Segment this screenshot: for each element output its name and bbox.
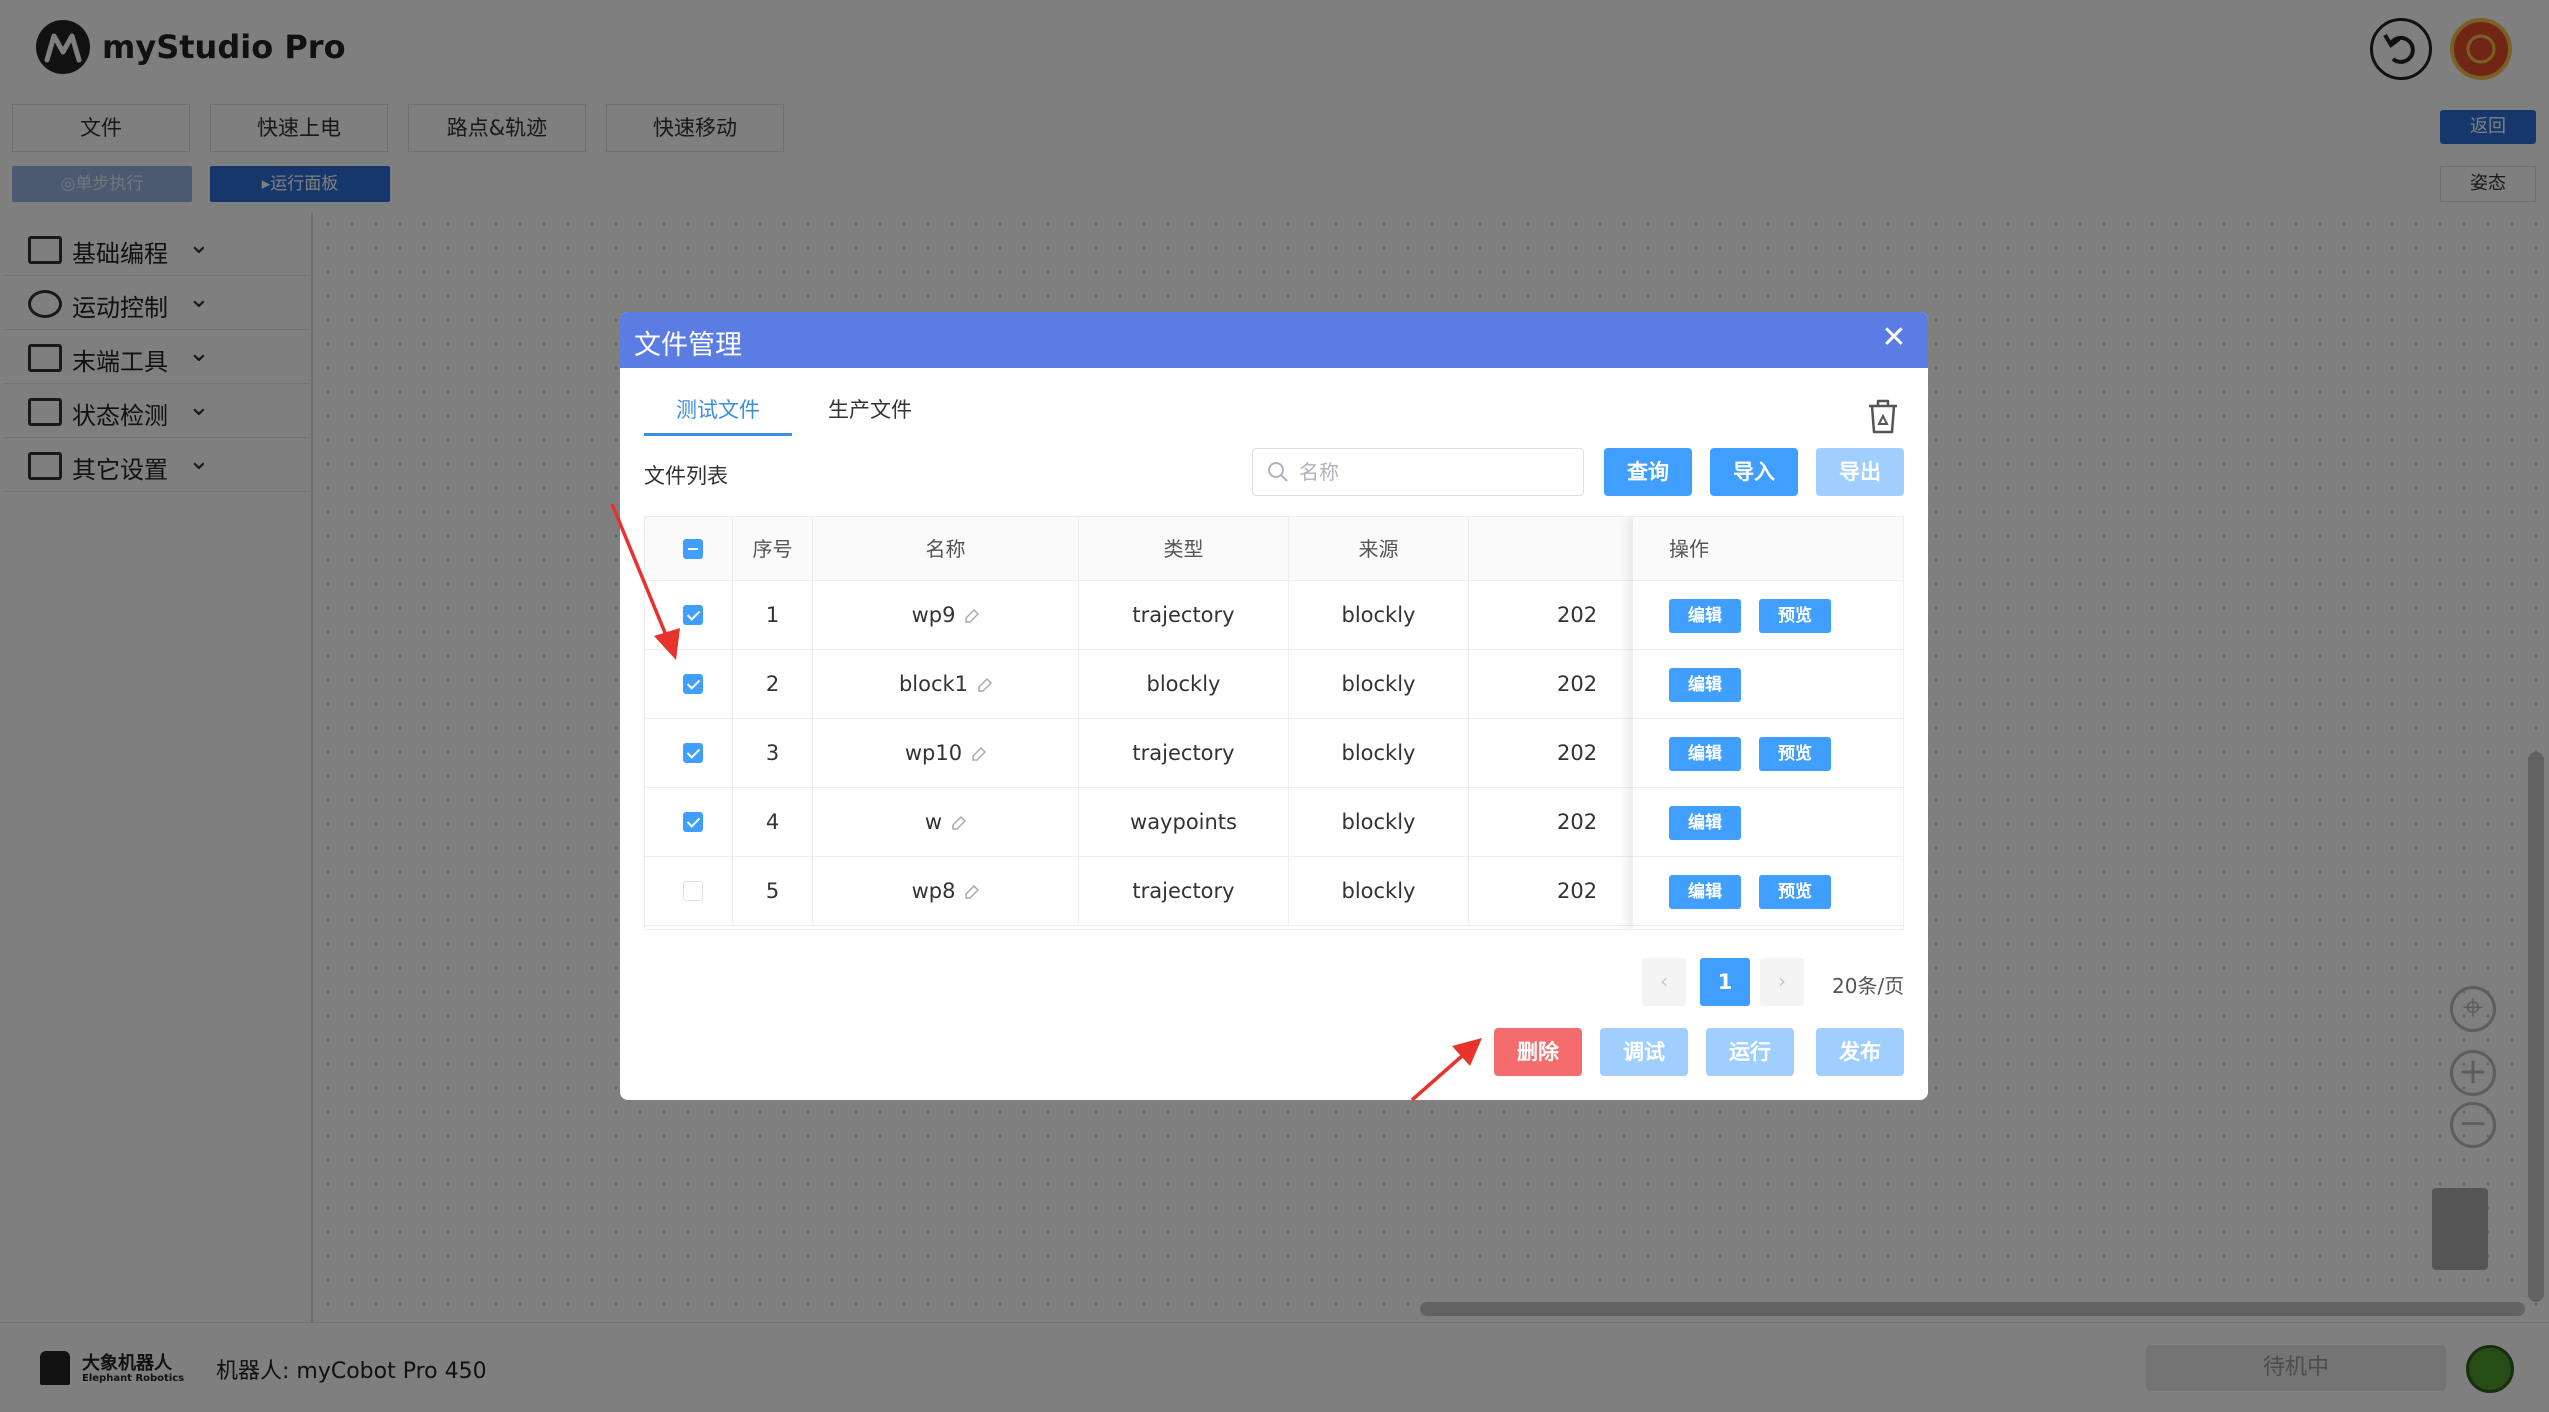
rename-icon[interactable] (978, 678, 993, 692)
tab-test-files[interactable]: 测试文件 (644, 394, 792, 436)
row-actions: 编辑 预览 (1633, 857, 1903, 926)
row-actions: 编辑 预览 (1633, 719, 1903, 788)
row-type: blockly (1079, 650, 1289, 718)
header-source: 来源 (1289, 517, 1469, 581)
edit-button[interactable]: 编辑 (1669, 668, 1741, 702)
prev-page-icon[interactable]: ‹ (1642, 958, 1686, 1006)
edit-button[interactable]: 编辑 (1669, 875, 1741, 909)
query-button[interactable]: 查询 (1604, 448, 1692, 496)
row-name-cell: wp10 (813, 719, 1079, 787)
row-name-cell: wp8 (813, 857, 1079, 925)
edit-button[interactable]: 编辑 (1669, 737, 1741, 771)
header-type: 类型 (1079, 517, 1289, 581)
select-all-checkbox[interactable] (683, 539, 703, 559)
row-index: 2 (733, 650, 813, 718)
close-icon[interactable]: ✕ (1878, 322, 1910, 354)
row-checkbox[interactable] (683, 743, 703, 763)
import-button[interactable]: 导入 (1710, 448, 1798, 496)
row-select-cell (645, 857, 733, 925)
tab-production-files[interactable]: 生产文件 (804, 394, 936, 436)
header-actions: 操作 (1633, 517, 1903, 581)
actions-column: 操作 编辑 预览 编辑 编辑 预览 编辑 编辑 预览 (1633, 517, 1903, 929)
row-checkbox[interactable] (683, 674, 703, 694)
row-checkbox[interactable] (683, 812, 703, 832)
header-name: 名称 (813, 517, 1079, 581)
row-name: wp10 (904, 741, 963, 765)
edit-button[interactable]: 编辑 (1669, 599, 1741, 633)
preview-button[interactable]: 预览 (1759, 875, 1831, 909)
file-table: 序号 名称 类型 来源 1 wp9 trajectory blockly 202… (644, 516, 1904, 930)
row-type: waypoints (1079, 788, 1289, 856)
search-icon (1268, 462, 1288, 482)
row-type: trajectory (1079, 581, 1289, 649)
header-index: 序号 (733, 517, 813, 581)
rename-icon[interactable] (952, 816, 967, 830)
row-actions: 编辑 (1633, 650, 1903, 719)
row-index: 4 (733, 788, 813, 856)
export-button[interactable]: 导出 (1816, 448, 1904, 496)
edit-button[interactable]: 编辑 (1669, 806, 1741, 840)
row-source: blockly (1289, 857, 1469, 925)
rename-icon[interactable] (965, 609, 980, 623)
rename-icon[interactable] (965, 885, 980, 899)
row-checkbox[interactable] (683, 605, 703, 625)
file-management-dialog: 文件管理 ✕ 测试文件 生产文件 文件列表 查询 导入 导出 序号 名称 类型 … (620, 312, 1928, 1100)
row-name-cell: w (813, 788, 1079, 856)
next-page-icon[interactable]: › (1760, 958, 1804, 1006)
row-name: wp8 (911, 879, 956, 903)
dialog-title: 文件管理 (634, 330, 742, 361)
row-select-cell (645, 788, 733, 856)
row-select-cell (645, 650, 733, 718)
row-source: blockly (1289, 650, 1469, 718)
row-actions: 编辑 预览 (1633, 581, 1903, 650)
run-button[interactable]: 运行 (1706, 1028, 1794, 1076)
row-type: trajectory (1079, 719, 1289, 787)
row-name-cell: block1 (813, 650, 1079, 718)
rename-icon[interactable] (972, 747, 987, 761)
publish-button[interactable]: 发布 (1816, 1028, 1904, 1076)
row-source: blockly (1289, 581, 1469, 649)
row-name: w (924, 810, 943, 834)
row-name: block1 (898, 672, 969, 696)
row-source: blockly (1289, 788, 1469, 856)
page-number-button[interactable]: 1 (1700, 958, 1750, 1006)
search-input[interactable] (1299, 455, 1569, 489)
debug-button[interactable]: 调试 (1600, 1028, 1688, 1076)
row-index: 1 (733, 581, 813, 649)
row-name: wp9 (911, 603, 956, 627)
row-type: trajectory (1079, 857, 1289, 925)
row-checkbox[interactable] (683, 881, 703, 901)
preview-button[interactable]: 预览 (1759, 737, 1831, 771)
row-index: 5 (733, 857, 813, 925)
dialog-header: 文件管理 ✕ (620, 312, 1928, 368)
page-size-label[interactable]: 20条/页 (1832, 970, 1904, 999)
name-search-field[interactable] (1252, 448, 1584, 496)
delete-button[interactable]: 删除 (1494, 1028, 1582, 1076)
row-name-cell: wp9 (813, 581, 1079, 649)
preview-button[interactable]: 预览 (1759, 599, 1831, 633)
row-index: 3 (733, 719, 813, 787)
file-list-label: 文件列表 (644, 464, 728, 488)
row-select-cell (645, 581, 733, 649)
header-select-all[interactable] (645, 517, 733, 581)
row-select-cell (645, 719, 733, 787)
recycle-bin-icon[interactable] (1863, 396, 1903, 436)
row-source: blockly (1289, 719, 1469, 787)
row-actions: 编辑 (1633, 788, 1903, 857)
